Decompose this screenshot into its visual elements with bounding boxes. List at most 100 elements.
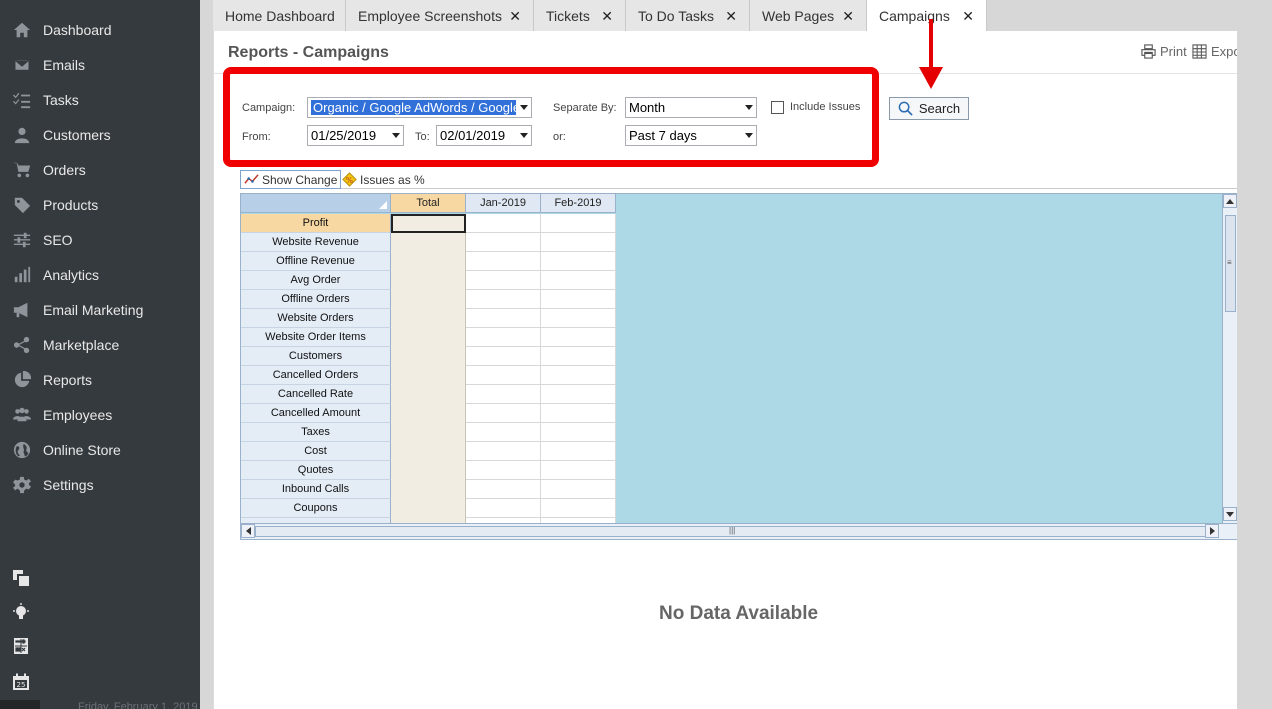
grid-cell[interactable] [391, 499, 466, 518]
grid-corner[interactable] [241, 194, 391, 213]
grid-cell[interactable] [541, 290, 616, 309]
grid-cell[interactable] [541, 385, 616, 404]
grid-cell[interactable] [466, 461, 541, 480]
sidebar-item-analytics[interactable]: Analytics [0, 257, 200, 292]
vertical-scrollbar[interactable]: ≡ [1222, 194, 1237, 523]
row-header[interactable]: Website Order Items [241, 328, 391, 347]
sidebar-item-customers[interactable]: Customers [0, 117, 200, 152]
sidebar-item-seo[interactable]: SEO [0, 222, 200, 257]
print-button[interactable]: Print [1141, 44, 1187, 59]
row-header[interactable]: Offline Revenue [241, 252, 391, 271]
grid-cell[interactable] [391, 461, 466, 480]
row-header[interactable]: Website Revenue [241, 233, 391, 252]
sidebar-item-tasks[interactable]: Tasks [0, 82, 200, 117]
row-header[interactable]: Profit [241, 214, 391, 233]
row-header[interactable]: Inbound Calls [241, 480, 391, 499]
grid-cell[interactable] [541, 271, 616, 290]
grid-cell[interactable] [466, 347, 541, 366]
sidebar-item-reports[interactable]: Reports [0, 362, 200, 397]
grid-cell[interactable] [466, 404, 541, 423]
grid-cell[interactable] [466, 290, 541, 309]
grid-cell[interactable] [466, 271, 541, 290]
grid-cell[interactable] [541, 214, 616, 233]
windows-icon[interactable] [12, 569, 30, 587]
grid-cell[interactable] [466, 309, 541, 328]
sidebar-item-settings[interactable]: Settings [0, 467, 200, 502]
grid-cell[interactable] [391, 233, 466, 252]
sidebar-item-orders[interactable]: Orders [0, 152, 200, 187]
issues-percent-button[interactable]: % Issues as % [342, 170, 425, 189]
row-header[interactable]: Offline Orders [241, 290, 391, 309]
grid-cell[interactable] [466, 233, 541, 252]
grid-cell[interactable] [541, 233, 616, 252]
grid-cell[interactable] [541, 480, 616, 499]
sidebar-item-marketplace[interactable]: Marketplace [0, 327, 200, 362]
grid-cell[interactable] [541, 404, 616, 423]
grid-cell[interactable] [391, 442, 466, 461]
grid-cell[interactable] [466, 442, 541, 461]
lightbulb-icon[interactable] [12, 603, 30, 621]
row-header[interactable]: Cancelled Rate [241, 385, 391, 404]
scroll-right-button[interactable] [1205, 524, 1219, 538]
grid-cell[interactable] [391, 423, 466, 442]
grid-cell[interactable] [466, 480, 541, 499]
sidebar-item-employees[interactable]: Employees [0, 397, 200, 432]
grid-cell[interactable] [541, 309, 616, 328]
scroll-left-button[interactable] [241, 524, 255, 538]
grid-cell[interactable] [541, 366, 616, 385]
grid-cell[interactable] [391, 347, 466, 366]
sidebar-item-emails[interactable]: Emails [0, 47, 200, 82]
close-icon[interactable]: ✕ [601, 8, 613, 25]
row-header[interactable]: Customers [241, 347, 391, 366]
report-grid[interactable]: Total Jan-2019 Feb-2019 Profit Website Re… [240, 193, 1238, 540]
calendar-icon[interactable]: 25 [12, 673, 30, 691]
tab-web-pages[interactable]: Web Pages ✕ [750, 0, 867, 31]
row-header[interactable]: Cost [241, 442, 391, 461]
grid-cell[interactable] [466, 252, 541, 271]
column-header-total[interactable]: Total [391, 194, 466, 213]
column-header-jan-2019[interactable]: Jan-2019 [466, 194, 541, 213]
tab-employee-screenshots[interactable]: Employee Screenshots ✕ [346, 0, 534, 31]
grid-cell[interactable] [391, 328, 466, 347]
grid-cell[interactable] [391, 366, 466, 385]
sidebar-item-dashboard[interactable]: Dashboard [0, 12, 200, 47]
row-header[interactable]: Taxes [241, 423, 391, 442]
row-header[interactable]: Avg Order [241, 271, 391, 290]
close-icon[interactable]: ✕ [842, 8, 854, 25]
tab-home-dashboard[interactable]: Home Dashboard [213, 0, 346, 31]
sidebar-item-online-store[interactable]: Online Store [0, 432, 200, 467]
row-header[interactable]: Website Orders [241, 309, 391, 328]
horizontal-scrollbar[interactable]: ||| [241, 523, 1237, 539]
grid-cell[interactable] [466, 214, 541, 233]
close-icon[interactable]: ✕ [962, 8, 974, 25]
grid-cell[interactable] [391, 309, 466, 328]
scroll-down-button[interactable] [1223, 507, 1237, 521]
grid-cell[interactable] [541, 328, 616, 347]
grid-cell[interactable] [541, 442, 616, 461]
tab-tickets[interactable]: Tickets ✕ [534, 0, 626, 31]
grid-cell[interactable] [391, 480, 466, 499]
grid-cell[interactable] [391, 385, 466, 404]
row-header[interactable]: Coupons [241, 499, 391, 518]
sidebar-item-products[interactable]: Products [0, 187, 200, 222]
grid-cell[interactable] [541, 423, 616, 442]
grid-cell[interactable] [541, 252, 616, 271]
tab-to-do-tasks[interactable]: To Do Tasks ✕ [626, 0, 750, 31]
grid-cell[interactable] [541, 347, 616, 366]
search-button[interactable]: Search [889, 97, 969, 120]
grid-cell[interactable] [391, 252, 466, 271]
grid-cell[interactable] [466, 499, 541, 518]
grid-cell[interactable] [391, 214, 466, 233]
grid-cell[interactable] [541, 499, 616, 518]
grid-cell[interactable] [466, 423, 541, 442]
row-header[interactable]: Quotes [241, 461, 391, 480]
grid-cell[interactable] [391, 404, 466, 423]
grid-cell[interactable] [541, 461, 616, 480]
grid-cell[interactable] [466, 328, 541, 347]
sidebar-item-email-marketing[interactable]: Email Marketing [0, 292, 200, 327]
row-header[interactable]: Cancelled Orders [241, 366, 391, 385]
grid-cell[interactable] [391, 290, 466, 309]
close-icon[interactable]: ✕ [725, 8, 737, 25]
calculator-icon[interactable] [12, 637, 30, 655]
scroll-up-button[interactable] [1223, 194, 1237, 208]
